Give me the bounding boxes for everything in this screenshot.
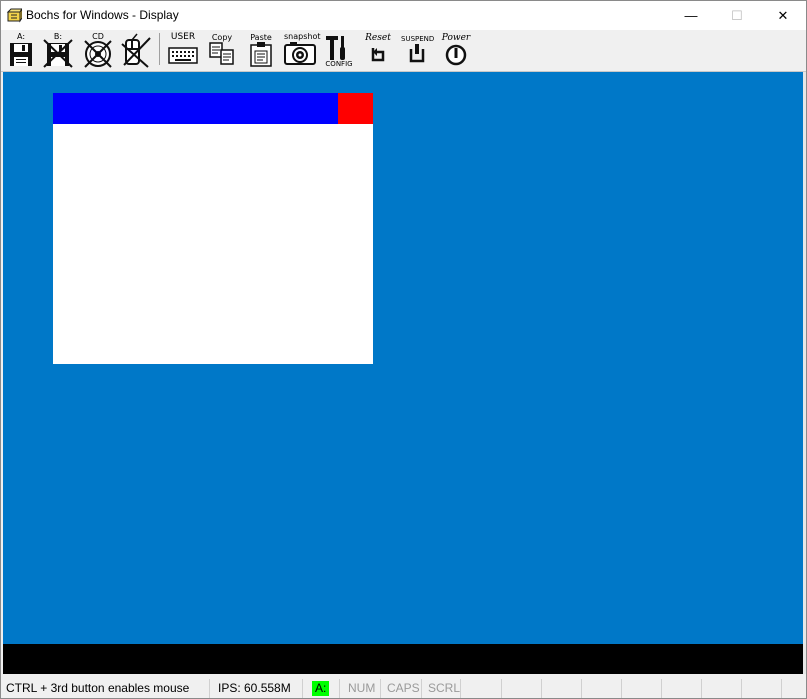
window-title: Bochs for Windows - Display	[26, 8, 179, 22]
status-divider	[581, 679, 582, 698]
config-button[interactable]: CONFIG	[323, 32, 355, 68]
num-lock-indicator: NUM	[348, 681, 376, 695]
status-divider	[701, 679, 702, 698]
maximize-icon: ☐	[731, 7, 743, 23]
suspend-label: SUSPEND	[401, 35, 435, 43]
status-divider	[501, 679, 502, 698]
mouse-hint-text: CTRL + 3rd button enables mouse	[6, 681, 190, 695]
vertical-scrollbar[interactable]	[803, 72, 806, 674]
status-divider	[460, 679, 461, 698]
cdrom-button[interactable]: CD	[82, 32, 114, 68]
minimize-icon: —	[684, 8, 698, 23]
close-button[interactable]: ✕	[760, 1, 806, 30]
mouse-icon	[121, 33, 151, 68]
bochs-window: Bochs for Windows - Display — ☐ ✕ A: B:	[0, 0, 807, 699]
paste-button[interactable]: Paste	[245, 32, 277, 68]
status-divider	[302, 679, 303, 698]
toolbar-separator	[159, 33, 160, 65]
mouse-button[interactable]	[120, 32, 152, 68]
guest-window-titlebar[interactable]	[53, 93, 338, 124]
snapshot-label: snapshot	[284, 32, 321, 41]
emulator-display[interactable]	[3, 72, 803, 644]
status-divider	[209, 679, 210, 698]
copy-button[interactable]: Copy	[206, 32, 238, 68]
title-bar[interactable]: Bochs for Windows - Display — ☐ ✕	[1, 1, 806, 30]
status-divider	[781, 679, 782, 698]
bochs-toolbar: A: B: CD USER Copy Paste snapshot CONFIG…	[1, 30, 806, 72]
status-divider	[339, 679, 340, 698]
floppy-a-button[interactable]: A:	[5, 32, 37, 68]
reset-button[interactable]: Reset	[362, 32, 394, 68]
cdrom-label: CD	[92, 32, 104, 41]
power-button[interactable]: Power	[440, 32, 472, 68]
status-bar: CTRL + 3rd button enables mouse IPS: 60.…	[1, 677, 806, 698]
display-bottom-band	[3, 644, 803, 674]
guest-window-close-button[interactable]	[338, 93, 373, 124]
snapshot-button[interactable]: snapshot	[284, 32, 321, 68]
ips-indicator: IPS: 60.558M	[218, 681, 291, 695]
user-button[interactable]: USER	[167, 32, 199, 68]
status-divider	[380, 679, 381, 698]
floppy-b-label: B:	[53, 32, 63, 41]
bochs-app-icon	[6, 8, 22, 23]
power-label: Power	[441, 33, 471, 43]
status-divider	[421, 679, 422, 698]
scroll-lock-indicator: SCRL	[428, 681, 461, 695]
status-divider	[621, 679, 622, 698]
reset-label: Reset	[365, 33, 391, 43]
floppy-a-label: A:	[16, 32, 26, 41]
caps-lock-indicator: CAPS	[387, 681, 420, 695]
paste-label: Paste	[250, 33, 272, 42]
suspend-button[interactable]: SUSPEND	[401, 32, 435, 68]
floppy-a-activity-indicator: A:	[312, 681, 330, 696]
guest-window[interactable]	[53, 93, 373, 364]
close-icon: ✕	[777, 7, 789, 23]
status-divider	[741, 679, 742, 698]
floppy-b-button[interactable]: B:	[42, 32, 74, 68]
copy-label: Copy	[211, 33, 233, 42]
config-label: CONFIG	[325, 60, 353, 68]
user-label: USER	[170, 32, 196, 42]
maximize-button[interactable]: ☐	[714, 1, 760, 30]
minimize-button[interactable]: —	[668, 1, 714, 30]
status-divider	[661, 679, 662, 698]
status-divider	[541, 679, 542, 698]
